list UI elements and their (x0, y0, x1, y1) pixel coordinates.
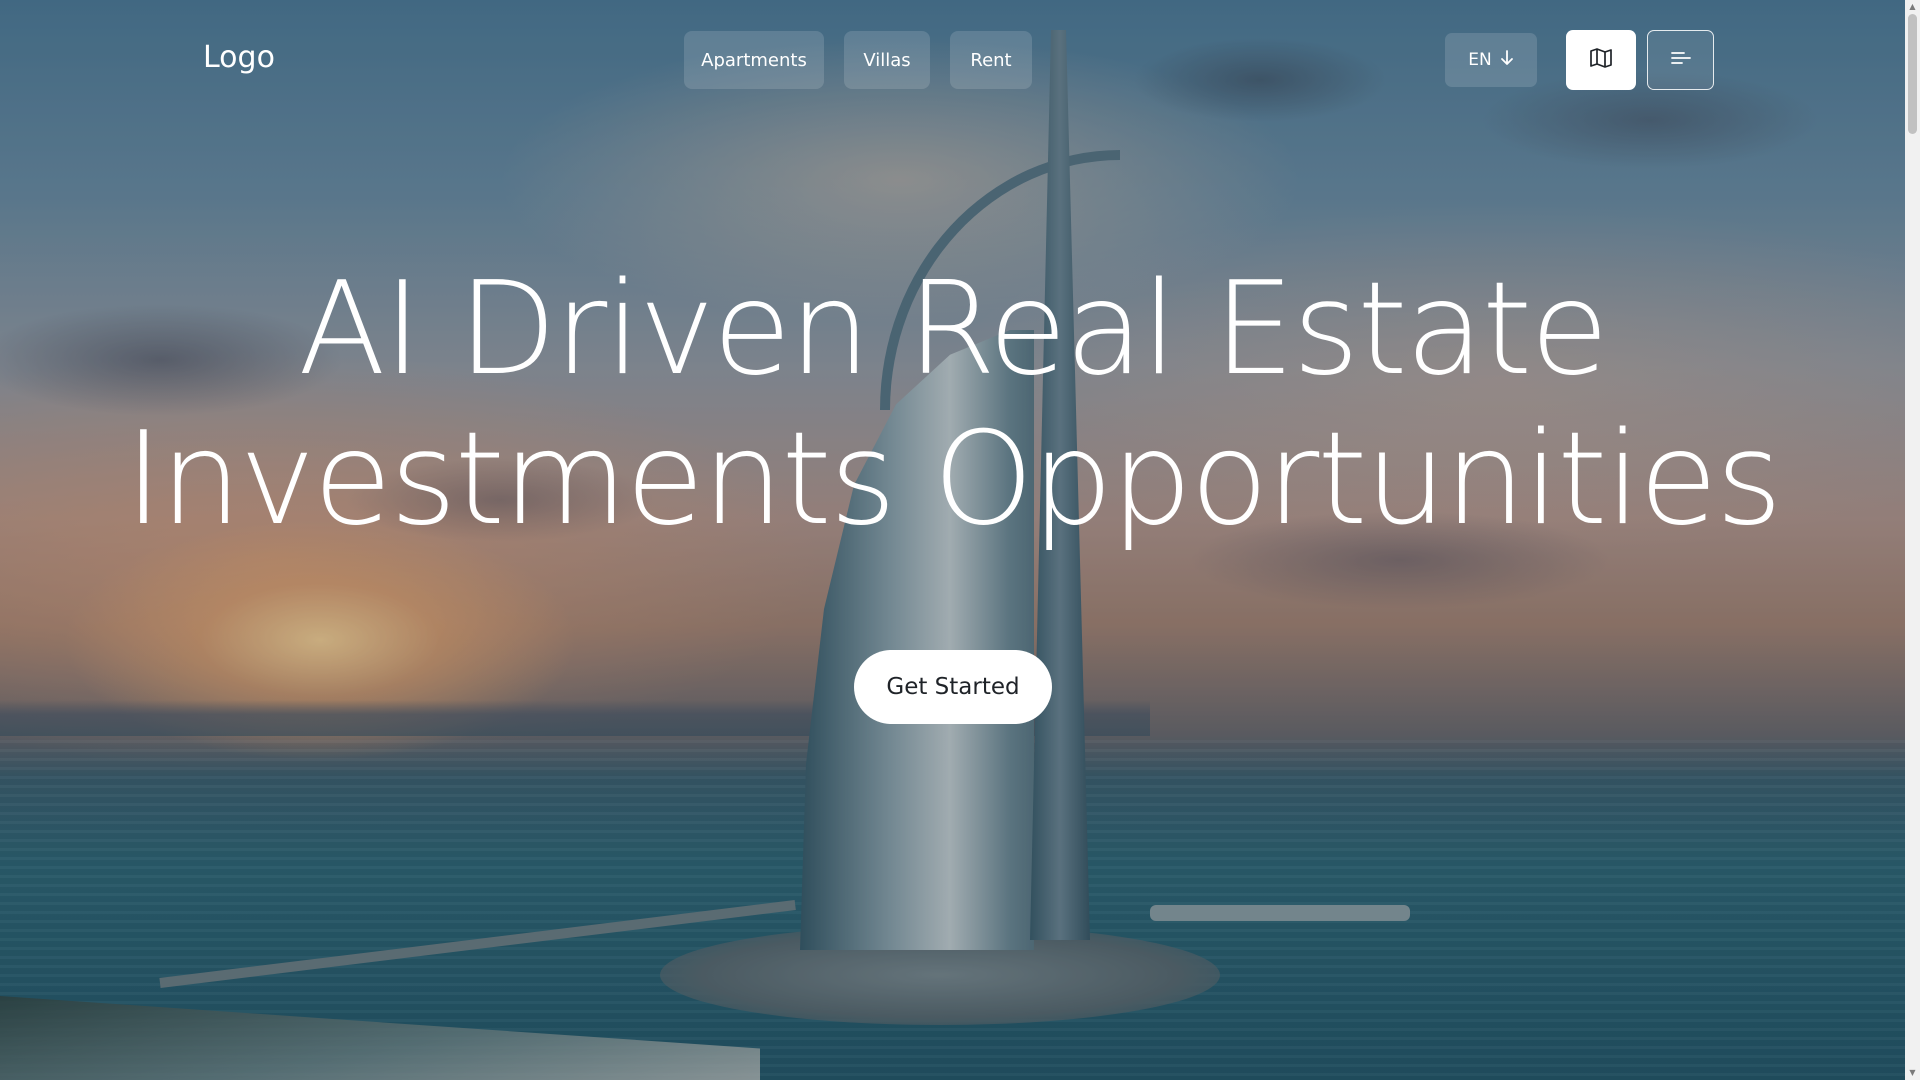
map-view-button[interactable] (1566, 30, 1636, 90)
logo[interactable]: Logo (203, 40, 275, 75)
site-header: Logo Apartments Villas Rent EN (0, 0, 1905, 120)
nav-apartments[interactable]: Apartments (684, 31, 824, 89)
headline-line-1: AI Driven Real Estate (298, 255, 1609, 404)
nav-villas[interactable]: Villas (844, 31, 930, 89)
language-selected: EN (1468, 50, 1492, 70)
page-scrollbar[interactable]: ▲ ▼ (1905, 0, 1920, 1080)
headline-line-2: Investments Opportunities (124, 405, 1783, 554)
get-started-button[interactable]: Get Started (854, 650, 1052, 724)
menu-icon (1670, 50, 1692, 70)
language-select[interactable]: EN (1445, 33, 1537, 87)
arrow-down-icon (1500, 49, 1514, 71)
scroll-up-icon[interactable]: ▲ (1908, 2, 1917, 12)
hero-headline: AI Driven Real Estate Investments Opport… (0, 255, 1905, 555)
scroll-down-icon[interactable]: ▼ (1908, 1068, 1917, 1078)
menu-button[interactable] (1647, 30, 1714, 90)
scrollbar-thumb[interactable] (1908, 14, 1917, 134)
nav-rent[interactable]: Rent (950, 31, 1032, 89)
map-icon (1589, 47, 1613, 73)
